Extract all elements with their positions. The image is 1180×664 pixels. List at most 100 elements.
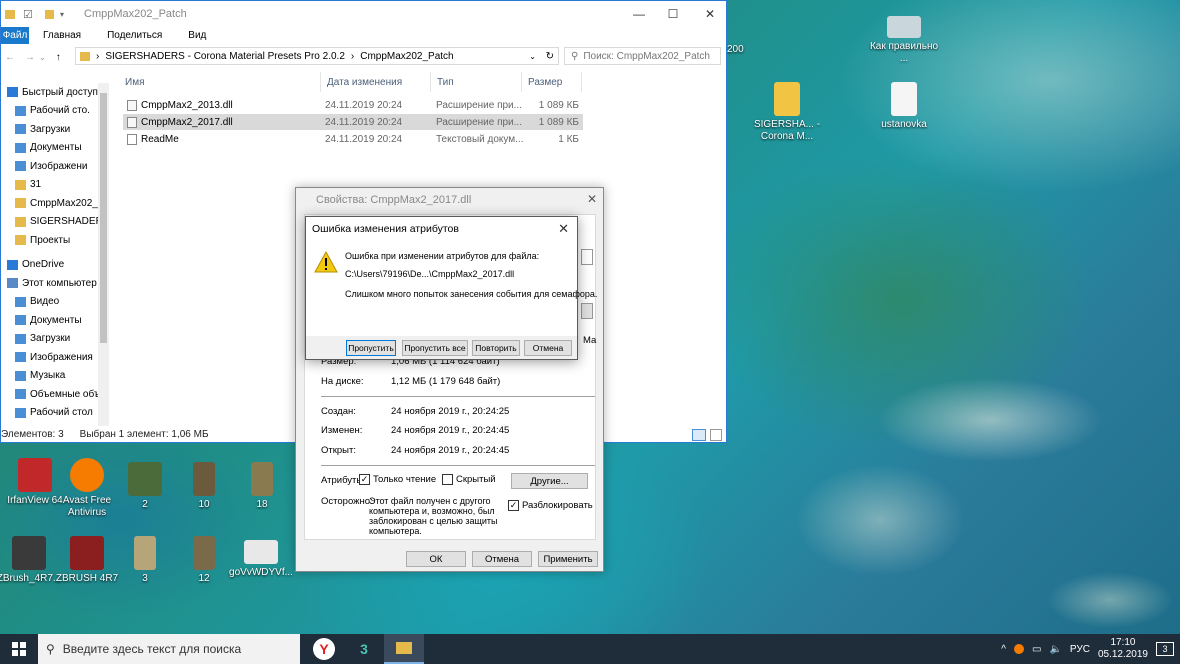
- search-icon: ⚲: [571, 50, 579, 62]
- up-icon[interactable]: ↑: [56, 52, 61, 63]
- desktop-icon-video[interactable]: Как правильно ...: [869, 16, 939, 65]
- folder-icon: [15, 235, 26, 246]
- cancel-button[interactable]: Отмена: [472, 551, 532, 567]
- column-header-name[interactable]: Имя: [119, 72, 321, 92]
- chevron-down-icon[interactable]: ⌄: [529, 52, 536, 61]
- refresh-icon[interactable]: ↻: [546, 51, 554, 62]
- sidebar-item[interactable]: Видео: [1, 293, 109, 312]
- sidebar-item[interactable]: Быстрый доступ: [1, 83, 109, 102]
- pictures-folder-icon: [15, 352, 26, 363]
- desktop-icon-sigershaders[interactable]: SIGERSHA... - Corona M...: [752, 82, 822, 143]
- divider: [321, 465, 595, 466]
- sidebar-item-label: Изображени: [30, 160, 88, 172]
- forward-icon[interactable]: →: [25, 52, 35, 63]
- search-input[interactable]: ⚲ Поиск: CmppMax202_Patch: [564, 47, 721, 65]
- desktop-icon-govvwdyvf[interactable]: goVvWDYVf...: [226, 540, 296, 579]
- chevron-down-icon[interactable]: ▾: [60, 7, 76, 21]
- file-row[interactable]: CmppMax2_2013.dll 24.11.2019 20:24 Расши…: [123, 97, 583, 113]
- column-header-date[interactable]: Дата изменения: [321, 72, 431, 92]
- apply-button[interactable]: Применить: [538, 551, 598, 567]
- sidebar-item[interactable]: Загрузки: [1, 330, 109, 349]
- column-header-size[interactable]: Размер: [522, 72, 582, 92]
- readonly-checkbox[interactable]: ✓ Только чтение: [359, 474, 436, 485]
- sidebar-item-label: Рабочий стол: [30, 407, 93, 419]
- retry-button[interactable]: Повторить: [472, 340, 520, 356]
- address-bar[interactable]: › SIGERSHADERS - Corona Material Presets…: [75, 47, 559, 65]
- skip-button[interactable]: Пропустить: [346, 340, 396, 356]
- unblock-checkbox[interactable]: ✓ Разблокировать: [508, 500, 593, 511]
- close-icon[interactable]: ✕: [587, 192, 597, 206]
- app-3-button[interactable]: 3: [344, 634, 384, 664]
- desktop-folder-icon: [15, 105, 26, 116]
- avast-tray-icon[interactable]: [1014, 644, 1024, 654]
- minimize-button[interactable]: —: [622, 1, 656, 27]
- downloads-folder-icon: [15, 124, 26, 135]
- sidebar-item[interactable]: Документы: [1, 139, 109, 158]
- close-button[interactable]: ✕: [693, 1, 727, 27]
- text-file-icon: [127, 133, 137, 145]
- desktop-icon-ustanovka[interactable]: ustanovka: [869, 82, 939, 131]
- sidebar-item[interactable]: Рабочий стол: [1, 404, 109, 423]
- ok-button[interactable]: ОК: [406, 551, 466, 567]
- desktop-folder-icon: [15, 407, 26, 418]
- start-button[interactable]: [0, 634, 38, 664]
- sidebar-item-label: Проекты: [30, 234, 71, 246]
- sidebar-item[interactable]: Документы: [1, 311, 109, 330]
- scrollbar-thumb[interactable]: [100, 93, 107, 343]
- chevron-up-icon[interactable]: ^: [1001, 644, 1006, 655]
- tab-view[interactable]: Вид: [188, 30, 206, 41]
- breadcrumb-item[interactable]: CmppMax202_Patch: [360, 51, 453, 62]
- sidebar-item[interactable]: Загрузки: [1, 120, 109, 139]
- cancel-button[interactable]: Отмена: [524, 340, 572, 356]
- network-icon[interactable]: ▭: [1032, 644, 1041, 655]
- maximize-button[interactable]: ☐: [656, 1, 690, 27]
- sidebar-item[interactable]: Проекты: [1, 231, 109, 250]
- cloud-icon: [7, 259, 18, 270]
- disk-size-label: На диске:: [321, 376, 364, 387]
- column-header-type[interactable]: Тип: [431, 72, 522, 92]
- sidebar-item[interactable]: Этот компьютер: [1, 274, 109, 293]
- sidebar-item[interactable]: CmppMax202_Pa: [1, 194, 109, 213]
- back-icon[interactable]: ←: [5, 52, 15, 63]
- volume-icon[interactable]: 🔈: [1049, 644, 1061, 655]
- sidebar-item[interactable]: Изображени: [1, 157, 109, 176]
- file-row[interactable]: ReadMe 24.11.2019 20:24 Текстовый докум.…: [123, 131, 583, 147]
- recent-dropdown-icon[interactable]: ⌄: [39, 53, 46, 62]
- error-dialog-body: Ошибка при изменении атрибутов для файла…: [306, 241, 597, 336]
- sidebar-item[interactable]: SIGERSHADERS: [1, 213, 109, 232]
- file-explorer-button[interactable]: [384, 634, 424, 664]
- sidebar-item-label: Изображения: [30, 351, 93, 363]
- clock[interactable]: 17:10 05.12.2019: [1098, 637, 1148, 661]
- hidden-checkbox[interactable]: Скрытый: [442, 474, 496, 485]
- language-indicator[interactable]: РУС: [1070, 644, 1090, 655]
- sidebar-item[interactable]: Рабочий сто.: [1, 102, 109, 121]
- sidebar-item[interactable]: OneDrive: [1, 256, 109, 275]
- new-folder-quick-icon[interactable]: [45, 9, 54, 19]
- advanced-attributes-button[interactable]: Другие...: [511, 473, 588, 489]
- skip-all-button[interactable]: Пропустить все: [402, 340, 468, 356]
- large-icons-view-icon[interactable]: [710, 428, 722, 441]
- sidebar-item[interactable]: 31: [1, 176, 109, 195]
- filename-input-edge[interactable]: [581, 249, 593, 265]
- yandex-browser-button[interactable]: Y: [304, 634, 344, 664]
- desktop-icon-18[interactable]: 18: [227, 462, 297, 511]
- taskbar-search-input[interactable]: ⚲ Введите здесь текст для поиска: [38, 634, 300, 664]
- close-icon[interactable]: ✕: [558, 221, 569, 237]
- tab-file[interactable]: Файл: [1, 27, 29, 44]
- sidebar-item[interactable]: Музыка: [1, 367, 109, 386]
- details-view-icon[interactable]: [692, 428, 706, 441]
- nav-scrollbar[interactable]: [98, 83, 109, 426]
- desktop-icon-200[interactable]: 200: [727, 44, 747, 56]
- breadcrumb-item[interactable]: SIGERSHADERS - Corona Material Presets P…: [105, 51, 345, 62]
- dll-file-icon: [127, 99, 137, 111]
- breadcrumb-separator-icon: ›: [96, 50, 100, 62]
- notification-center-icon[interactable]: 3: [1156, 642, 1174, 656]
- properties-quick-icon[interactable]: ☑: [23, 7, 39, 21]
- sidebar-item[interactable]: Объемные объ: [1, 385, 109, 404]
- tab-home[interactable]: Главная: [43, 30, 81, 41]
- change-button-edge[interactable]: [581, 303, 593, 319]
- sidebar-item[interactable]: Изображения: [1, 348, 109, 367]
- file-row-selected[interactable]: CmppMax2_2017.dll 24.11.2019 20:24 Расши…: [123, 114, 583, 130]
- tab-share[interactable]: Поделиться: [107, 30, 162, 41]
- accessed-value: 24 ноября 2019 г., 20:24:45: [391, 445, 510, 456]
